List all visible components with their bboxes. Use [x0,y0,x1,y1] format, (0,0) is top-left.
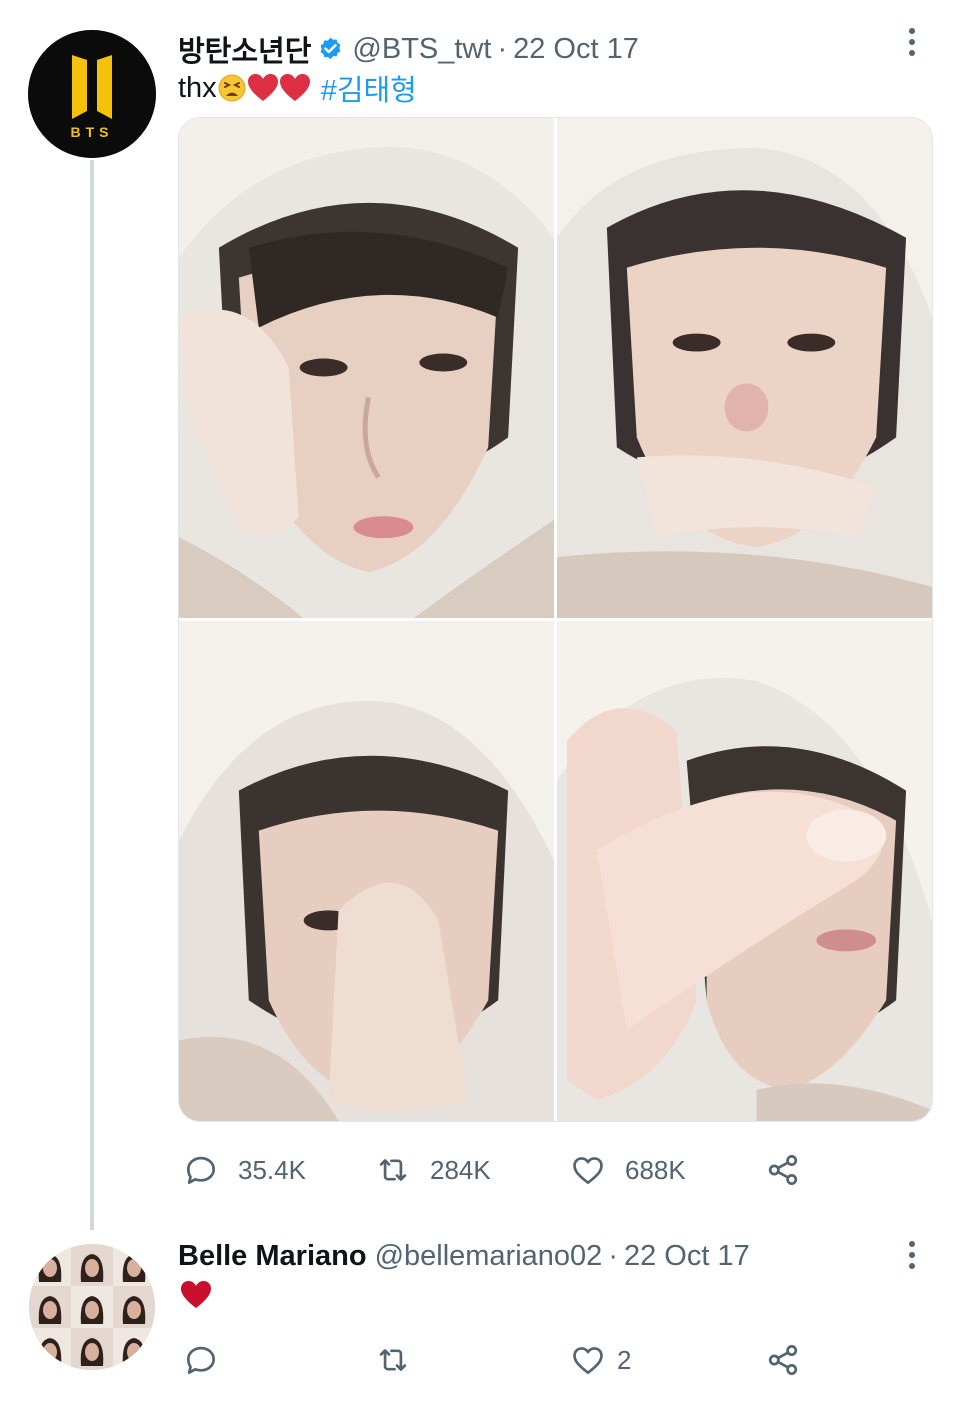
reply-share-action[interactable] [764,1341,802,1379]
tweet-date[interactable]: 22 Oct 17 [513,33,639,66]
separator-dot: · [608,1240,618,1272]
reply-reply-action[interactable] [182,1341,220,1379]
share-icon [768,1345,798,1375]
heart-outline-icon [573,1157,603,1185]
retweet-count: 284K [430,1154,491,1185]
reply-retweet-action[interactable] [374,1341,412,1379]
red-heart-icon [181,1281,211,1308]
retweet-action[interactable]: 284K [374,1151,491,1189]
tweet-header: 방탄소년단 @BTS_twt · 22 Oct 17 [178,28,639,70]
hashtag-link[interactable]: #김태형 [321,67,417,109]
share-icon [768,1155,798,1185]
reply-icon [186,1346,216,1375]
media-photo-1[interactable] [179,118,554,618]
reply-like-count: 2 [617,1344,632,1375]
reply-like-action[interactable]: 2 [569,1341,631,1379]
media-photo-3[interactable] [179,621,554,1121]
tweet-media-grid [178,117,933,1122]
reply-action[interactable]: 35.4K [182,1151,306,1189]
red-heart-icon [279,74,310,101]
share-action[interactable] [764,1151,802,1189]
reply-icon [186,1156,216,1185]
bts-logo-icon: BTS [28,30,156,158]
reply-date[interactable]: 22 Oct 17 [624,1240,750,1273]
heart-outline-icon [573,1347,603,1375]
reply-author-handle[interactable]: @bellemariano02 [375,1240,603,1273]
reply-text [180,1280,212,1310]
bts-avatar[interactable]: BTS [28,30,156,158]
weary-face-icon [218,74,246,102]
thread-connector-line [90,160,94,1230]
media-photo-2[interactable] [557,118,932,618]
more-options-icon[interactable] [907,27,917,59]
bts-logo-text: BTS [71,124,114,140]
author-display-name[interactable]: 방탄소년단 [178,28,311,70]
photo-collage-avatar-icon [29,1244,155,1370]
tweet-text: thx #김태형 [178,67,417,109]
belle-mariano-avatar[interactable] [29,1244,155,1370]
like-count: 688K [625,1154,686,1185]
media-photo-4[interactable] [557,621,932,1121]
reply-more-options-icon[interactable] [907,1240,917,1272]
reply-author-display-name[interactable]: Belle Mariano [178,1240,367,1273]
verified-badge-icon [317,36,344,63]
retweet-icon [379,1349,407,1371]
reply-header: Belle Mariano @bellemariano02 · 22 Oct 1… [178,1240,750,1273]
retweet-icon [379,1159,407,1181]
like-action[interactable]: 688K [569,1151,686,1189]
reply-count: 35.4K [238,1154,306,1185]
separator-dot: · [497,32,508,65]
tweet-text-body: thx [178,71,217,104]
red-heart-icon [247,74,278,101]
author-handle[interactable]: @BTS_twt [352,33,491,66]
